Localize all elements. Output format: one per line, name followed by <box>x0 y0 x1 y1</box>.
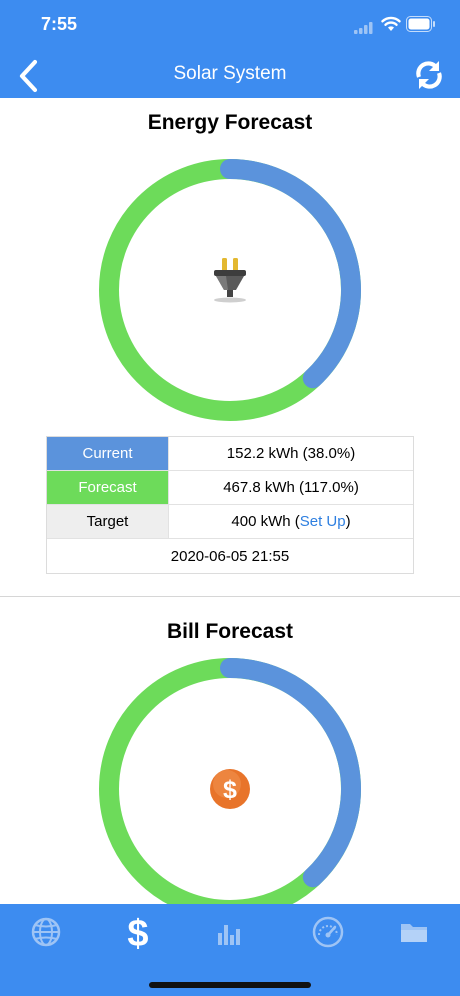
table-row-timestamp: 2020-06-05 21:55 <box>47 539 413 573</box>
refresh-button[interactable] <box>412 58 446 92</box>
target-value: 400 kWh (Set Up) <box>168 505 413 538</box>
plug-icon <box>214 258 246 303</box>
tab-meter[interactable] <box>298 912 358 952</box>
section-divider <box>0 596 460 597</box>
page-title: Solar System <box>173 63 287 84</box>
status-time: 7:55 <box>41 14 78 34</box>
table-row-forecast: Forecast 467.8 kWh (117.0%) <box>47 471 413 505</box>
energy-current-arc <box>220 159 361 389</box>
current-value: 152.2 kWh (38.0%) <box>168 437 413 470</box>
home-indicator <box>149 982 311 988</box>
svg-text:$: $ <box>127 913 148 951</box>
tab-bill[interactable]: $ <box>108 912 168 952</box>
dollar-coin-symbol: $ <box>223 776 237 804</box>
battery-icon <box>406 16 435 32</box>
target-value-suffix: ) <box>345 513 351 530</box>
bar-chart-icon <box>218 925 240 945</box>
energy-forecast-title: Energy Forecast <box>147 111 313 134</box>
forecast-value: 467.8 kWh (117.0%) <box>168 471 413 504</box>
globe-icon <box>31 917 61 947</box>
bill-gauge: $ <box>99 658 361 920</box>
current-label: Current <box>47 437 168 470</box>
forecast-timestamp: 2020-06-05 21:55 <box>170 547 290 565</box>
wifi-icon <box>381 16 401 31</box>
target-value-text: 400 kWh ( <box>231 513 300 530</box>
cellular-signal-icon <box>354 22 373 34</box>
forecast-label: Forecast <box>47 471 168 504</box>
table-row-target: Target 400 kWh (Set Up) <box>47 505 413 539</box>
bill-current-arc <box>220 658 361 888</box>
gauge-icon <box>312 916 344 948</box>
tab-bar: $ <box>0 904 460 996</box>
tab-files[interactable] <box>384 912 444 952</box>
energy-gauge <box>99 159 361 421</box>
nav-bar: Solar System <box>0 50 460 98</box>
folder-icon <box>401 924 427 942</box>
target-label: Target <box>47 505 168 538</box>
energy-info-table: Current 152.2 kWh (38.0%) Forecast 467.8… <box>46 436 414 574</box>
status-bar: 7:55 <box>0 0 460 50</box>
bill-forecast-title: Bill Forecast <box>166 620 294 643</box>
header: 7:55 Solar System <box>0 0 460 98</box>
tab-globe[interactable] <box>16 912 76 952</box>
tab-statistics[interactable] <box>200 912 260 952</box>
dollar-coin-icon: $ <box>210 769 250 809</box>
table-row-current: Current 152.2 kWh (38.0%) <box>47 437 413 471</box>
dollar-icon: $ <box>127 913 148 951</box>
setup-link[interactable]: Set Up <box>300 513 346 530</box>
